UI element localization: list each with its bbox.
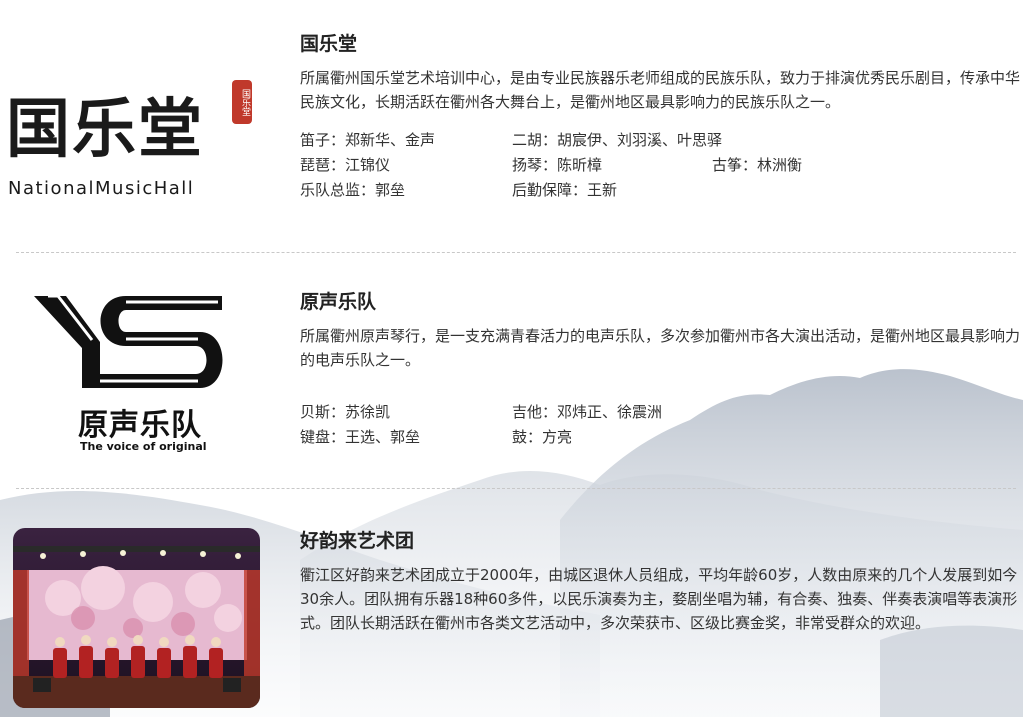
guoletang-content: 国乐堂 所属衢州国乐堂艺术培训中心，是由专业民族器乐老师组成的民族乐队，致力于排… (300, 32, 1020, 203)
member-entry: 笛子：郑新华、金声 (300, 131, 436, 149)
haoyunlai-content: 好韵来艺术团 衢江区好韵来艺术团成立于2000年，由城区退休人员组成，平均年龄6… (300, 529, 1020, 635)
member-list: 笛子：郑新华、金声 二胡：胡宸伊、刘羽溪、叶思驿 琵琶：江锦仪 扬琴：陈昕樟 古… (300, 128, 1020, 203)
stage-illustration (13, 528, 260, 708)
member-entry: 二胡：胡宸伊、刘羽溪、叶思驿 (512, 131, 723, 149)
guoletang-logo: 国乐堂 国乐堂 NationalMusicHall (0, 80, 260, 210)
section-title: 好韵来艺术团 (300, 530, 415, 552)
member-list: 贝斯：苏徐凯 吉他：邓炜正、徐震洲 键盘：王选、郭垒 鼓：方亮 (300, 400, 1020, 450)
member-entry: 古筝：林洲衡 (712, 156, 803, 174)
yuansheng-content: 原声乐队 所属衢州原声琴行，是一支充满青春活力的电声乐队，多次参加衢州市各大演出… (300, 290, 1020, 450)
member-row: 贝斯：苏徐凯 吉他：邓炜正、徐震洲 (300, 400, 1020, 425)
section-description: 所属衢州原声琴行，是一支充满青春活力的电声乐队，多次参加衢州市各大演出活动，是衢… (300, 327, 1021, 369)
member-entry: 后勤保障：王新 (512, 181, 618, 199)
page: 国乐堂 国乐堂 NationalMusicHall 国乐堂 所属衢州国乐堂艺术培… (0, 0, 1023, 717)
section-guoletang: 国乐堂 国乐堂 NationalMusicHall 国乐堂 所属衢州国乐堂艺术培… (0, 0, 1023, 250)
red-seal-stamp: 国乐堂 (232, 80, 252, 124)
member-row: 琵琶：江锦仪 扬琴：陈昕樟 古筝：林洲衡 (300, 153, 1020, 178)
member-row: 乐队总监：郭垒 后勤保障：王新 (300, 178, 1020, 203)
section-description: 所属衢州国乐堂艺术培训中心，是由专业民族器乐老师组成的民族乐队，致力于排演优秀民… (300, 69, 1021, 111)
member-entry: 鼓：方亮 (512, 428, 573, 446)
member-row: 笛子：郑新华、金声 二胡：胡宸伊、刘羽溪、叶思驿 (300, 128, 1020, 153)
performance-photo (13, 528, 260, 708)
section-description: 衢江区好韵来艺术团成立于2000年，由城区退休人员组成，平均年龄60岁，人数由原… (300, 566, 1018, 632)
member-entry: 扬琴：陈昕樟 (512, 156, 603, 174)
member-row: 键盘：王选、郭垒 鼓：方亮 (300, 425, 1020, 450)
member-entry: 琵琶：江锦仪 (300, 156, 391, 174)
member-entry: 键盘：王选、郭垒 (300, 428, 421, 446)
guoletang-english-name: NationalMusicHall (8, 178, 195, 199)
section-title: 国乐堂 (300, 33, 358, 55)
member-entry: 贝斯：苏徐凯 (300, 403, 391, 421)
member-entry: 乐队总监：郭垒 (300, 181, 406, 199)
guoletang-brush-text: 国乐堂 (6, 92, 204, 167)
section-title: 原声乐队 (300, 291, 377, 313)
member-entry: 吉他：邓炜正、徐震洲 (512, 403, 663, 421)
section-yuansheng: 原声乐队 所属衢州原声琴行，是一支充满青春活力的电声乐队，多次参加衢州市各大演出… (0, 253, 1023, 488)
